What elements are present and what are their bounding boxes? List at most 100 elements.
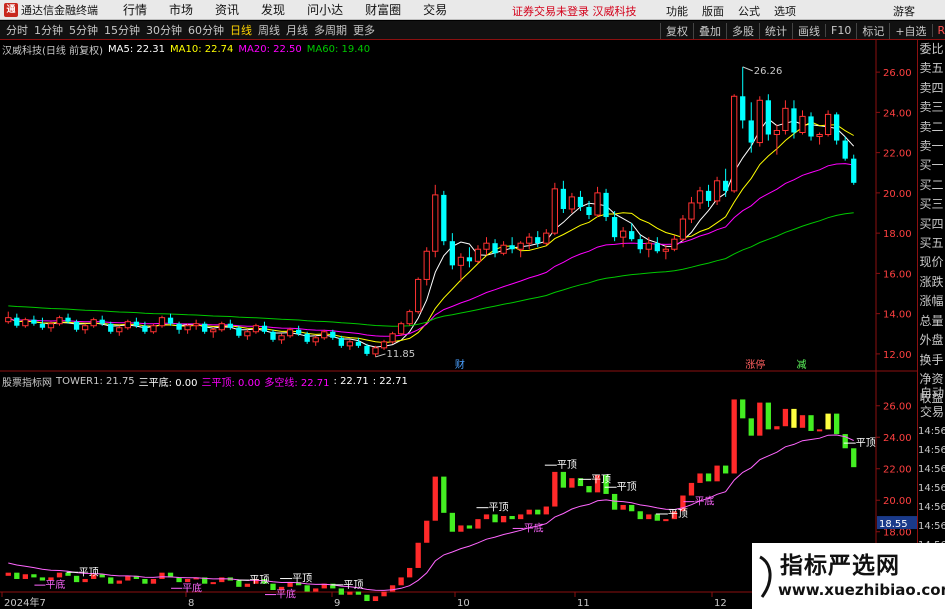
sidebar-item[interactable]: 买五 — [918, 234, 945, 253]
duokongxian-value: 多空线: 22.71 — [264, 377, 330, 389]
indicator-bar — [851, 448, 857, 468]
add-watchlist-button[interactable]: +自选 — [889, 22, 931, 39]
menu-item-ask[interactable]: 问小达 — [307, 1, 343, 18]
tab-weekly[interactable]: 周线 — [258, 22, 280, 38]
menu-item-discover[interactable]: 发现 — [261, 1, 285, 18]
tab-30min[interactable]: 30分钟 — [146, 22, 182, 38]
draw-line-button[interactable]: 画线 — [792, 22, 825, 39]
low-label: 11.85 — [386, 349, 415, 360]
indicator-bar — [304, 585, 310, 592]
sidebar-item[interactable]: 总量 — [918, 312, 945, 331]
x-tick-label: 8 — [188, 598, 194, 609]
candle-body — [389, 333, 396, 343]
candle-body — [773, 129, 781, 136]
sidebar-item[interactable]: 买一 — [918, 156, 945, 175]
moving-averages — [8, 118, 855, 348]
sidebar-item[interactable]: 涨跌 — [918, 273, 945, 292]
sanpingdi-value: 三平底: 0.00 — [138, 377, 198, 389]
sidebar-item[interactable]: 卖四 — [918, 79, 945, 98]
sidebar-trade-item[interactable]: 自动 — [918, 384, 945, 403]
sidebar-item[interactable]: 现价 — [918, 253, 945, 272]
indicator-bar — [765, 402, 771, 430]
candle-body — [449, 241, 455, 266]
overlay-button[interactable]: 叠加 — [693, 22, 726, 39]
candle-body — [526, 236, 533, 244]
sidebar-item[interactable]: 买四 — [918, 215, 945, 234]
menu-item-wealth[interactable]: 财富圈 — [365, 1, 401, 18]
y-tick-label: 24.00 — [883, 108, 912, 119]
candle-body — [824, 113, 832, 136]
r-button[interactable]: R — [931, 24, 945, 37]
y-tick-label: 12.00 — [883, 350, 912, 361]
sidebar-item[interactable]: 卖三 — [918, 98, 945, 117]
sidebar-item[interactable]: 买二 — [918, 176, 945, 195]
sidebar-trade-item[interactable]: 14:56 — [918, 460, 945, 479]
f10-button[interactable]: F10 — [825, 24, 856, 37]
candle-body — [133, 321, 140, 326]
indicator-label[interactable]: 股票指标网 — [2, 374, 52, 389]
guest-label[interactable]: 游客 — [893, 3, 915, 19]
indicator-bar — [620, 504, 626, 510]
sidebar-trade-item[interactable]: 14:56 — [918, 498, 945, 517]
menu-item-quotes[interactable]: 行情 — [123, 1, 147, 18]
adjust-button[interactable]: 复权 — [660, 22, 693, 39]
candle-body — [696, 190, 704, 204]
stock-label[interactable]: 汉威科技(日线 前复权) — [2, 42, 103, 57]
tab-more[interactable]: 更多 — [353, 22, 375, 38]
menu-item-trade[interactable]: 交易 — [423, 1, 447, 18]
sidebar-trade-item[interactable]: 14:56 — [918, 479, 945, 498]
menu-item-news[interactable]: 资讯 — [215, 1, 239, 18]
tab-1min[interactable]: 1分钟 — [34, 22, 63, 38]
indicator-bar — [65, 572, 71, 576]
ma60-line — [8, 212, 854, 327]
indicator-bar — [159, 572, 165, 579]
sidebar-trade-item[interactable]: 14:56 — [918, 422, 945, 441]
tab-daily[interactable]: 日线 — [230, 22, 252, 38]
sidebar-item[interactable]: 卖五 — [918, 59, 945, 78]
mark-button[interactable]: 标记 — [856, 22, 889, 39]
tab-15min[interactable]: 15分钟 — [104, 22, 140, 38]
tab-monthly[interactable]: 月线 — [286, 22, 308, 38]
tab-multi-period[interactable]: 多周期 — [314, 22, 347, 38]
sidebar-item[interactable]: 换手 — [918, 351, 945, 370]
menu-item-options[interactable]: 选项 — [774, 3, 796, 19]
multi-stock-button[interactable]: 多股 — [726, 22, 759, 39]
indicator-bar — [22, 574, 28, 579]
candle-body — [397, 323, 405, 335]
candle-body — [731, 95, 738, 192]
sidebar-item[interactable]: 卖二 — [918, 118, 945, 137]
sidebar-item[interactable]: 外盘 — [918, 331, 945, 350]
tab-60min[interactable]: 60分钟 — [188, 22, 224, 38]
tab-intraday[interactable]: 分时 — [6, 22, 28, 38]
sidebar-trade-item[interactable]: 交易 — [918, 403, 945, 422]
sidebar-item[interactable]: 涨幅 — [918, 292, 945, 311]
high-label: 26.26 — [754, 66, 783, 77]
sidebar-trade-item[interactable]: 14:56 — [918, 517, 945, 536]
stats-button[interactable]: 统计 — [759, 22, 792, 39]
indicator-bar — [799, 415, 806, 428]
sidebar-trade-item[interactable]: 14:56 — [918, 441, 945, 460]
candle-body — [679, 218, 687, 240]
menu-item-function[interactable]: 功能 — [666, 3, 688, 19]
candle-body — [116, 327, 123, 333]
duokong-line — [8, 434, 854, 591]
flat-top-signal: 平顶 — [249, 574, 269, 586]
menu-item-market[interactable]: 市场 — [169, 1, 193, 18]
candle-body — [432, 194, 439, 252]
candle-body — [124, 321, 131, 329]
flat-bottom-signal: 平底 — [524, 521, 544, 534]
menu-item-layout[interactable]: 版面 — [702, 3, 724, 19]
x-tick-label: 2024年7 — [4, 596, 46, 609]
sidebar-item[interactable]: 买三 — [918, 195, 945, 214]
candle-body — [517, 242, 524, 250]
kline-chart[interactable]: 26.00 24.00 22.00 20.00 18.00 16.00 14.00 12.00… — [0, 40, 917, 609]
candle-body — [158, 317, 166, 327]
sidebar-item[interactable]: 委比 — [918, 40, 945, 59]
candle-body — [5, 317, 12, 323]
menu-item-formula[interactable]: 公式 — [738, 3, 760, 19]
sidebar-item[interactable]: 卖一 — [918, 137, 945, 156]
login-notice[interactable]: 证券交易未登录 汉威科技 — [512, 3, 637, 19]
candle-body — [355, 341, 362, 346]
tab-5min[interactable]: 5分钟 — [69, 22, 98, 38]
indicator-bar — [236, 580, 242, 587]
